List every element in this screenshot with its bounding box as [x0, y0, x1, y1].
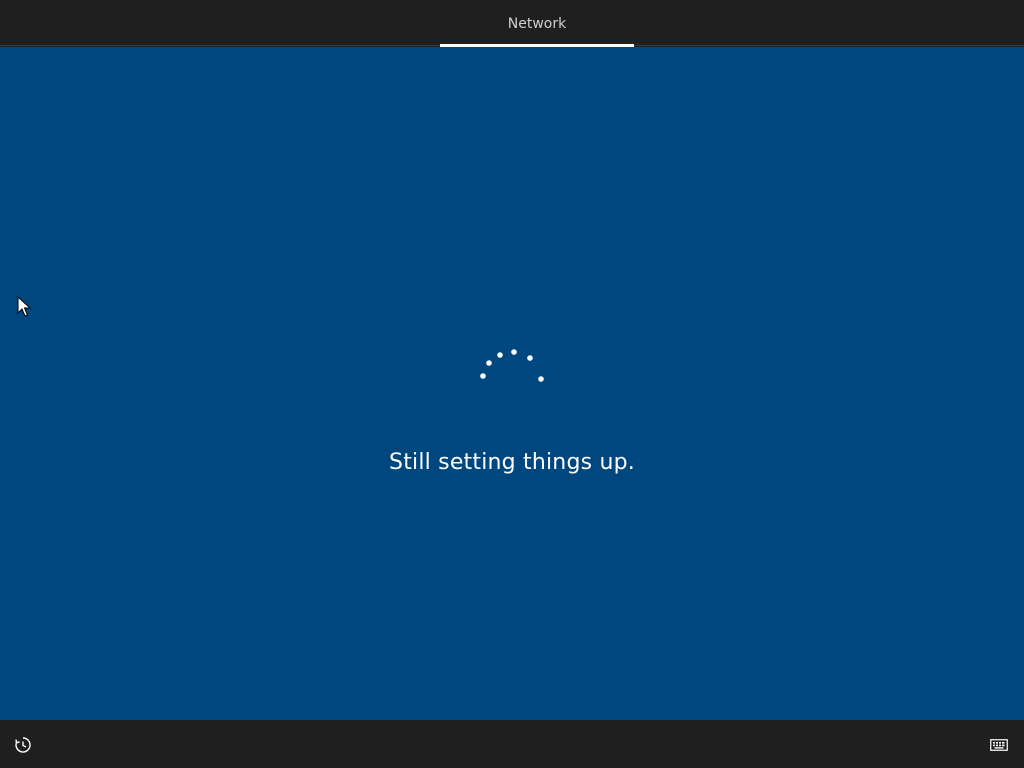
status-message: Still setting things up.: [389, 450, 635, 475]
ease-of-access-button[interactable]: [10, 732, 36, 758]
top-bar: Network: [0, 0, 1024, 47]
tab-network[interactable]: Network: [440, 0, 634, 46]
main-area: Still setting things up.: [0, 47, 1024, 720]
on-screen-keyboard-button[interactable]: [984, 732, 1014, 758]
ease-of-access-icon: [15, 737, 31, 753]
bottom-bar: [0, 720, 1024, 768]
mouse-pointer-icon: [17, 296, 31, 317]
loading-dots-icon: [480, 349, 544, 382]
keyboard-icon: [990, 739, 1008, 751]
